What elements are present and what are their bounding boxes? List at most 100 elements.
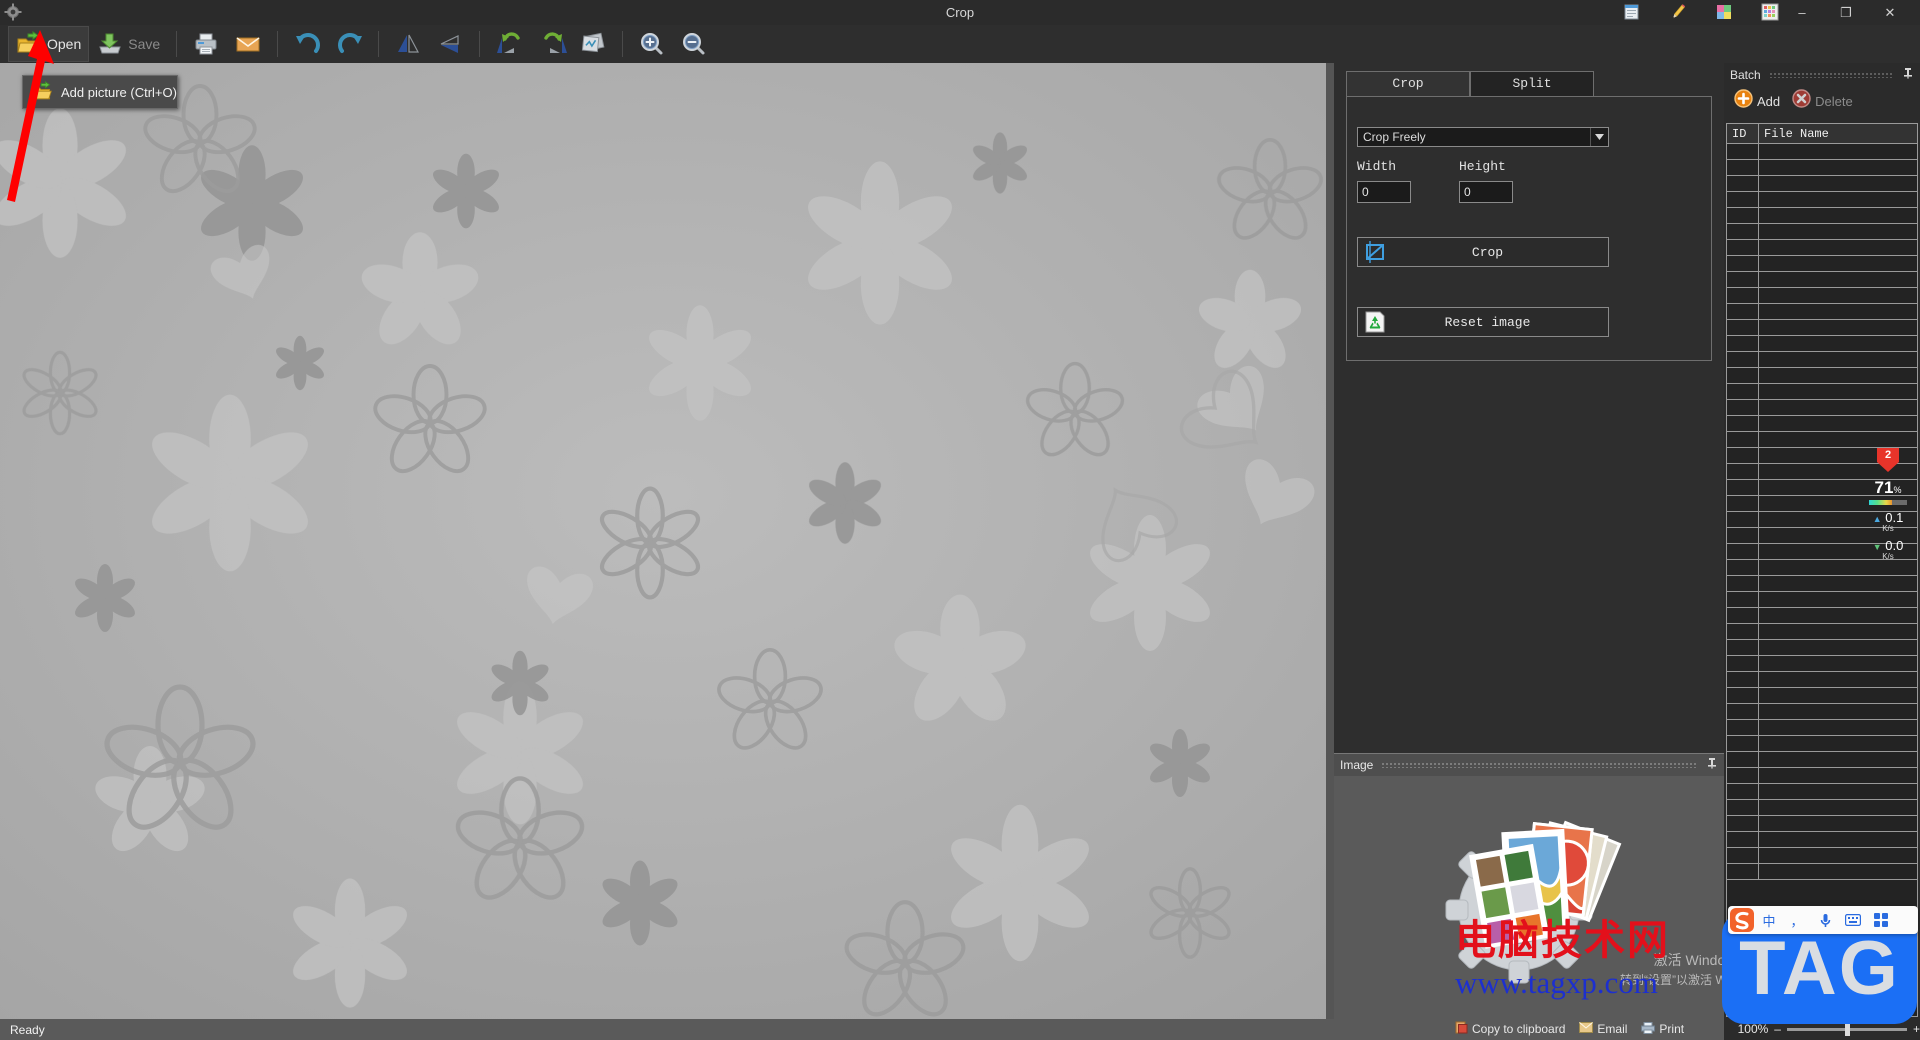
flip-vertical-button[interactable]	[429, 26, 471, 62]
tab-split[interactable]: Split	[1470, 71, 1594, 97]
table-row[interactable]	[1727, 288, 1917, 304]
zoom-minus-button[interactable]: –	[1774, 1022, 1781, 1036]
table-row[interactable]	[1727, 240, 1917, 256]
table-row[interactable]	[1727, 576, 1917, 592]
batch-add-button[interactable]: Add	[1734, 89, 1780, 113]
table-row[interactable]	[1727, 272, 1917, 288]
table-row[interactable]	[1727, 368, 1917, 384]
table-row[interactable]	[1727, 224, 1917, 240]
rotate-right-button[interactable]	[530, 26, 572, 62]
table-row[interactable]	[1727, 608, 1917, 624]
effects-button[interactable]	[572, 26, 614, 62]
email-label: Email	[1597, 1022, 1628, 1036]
zoom-slider[interactable]	[1786, 1022, 1907, 1036]
table-row[interactable]	[1727, 160, 1917, 176]
email-button[interactable]: Email	[1579, 1022, 1627, 1036]
table-row[interactable]	[1727, 592, 1917, 608]
zoom-in-button[interactable]	[631, 26, 673, 62]
print-button[interactable]	[185, 26, 227, 62]
table-row[interactable]	[1727, 400, 1917, 416]
save-button[interactable]: Save	[89, 26, 168, 62]
table-row[interactable]	[1727, 176, 1917, 192]
batch-delete-button[interactable]: Delete	[1792, 89, 1853, 113]
palette-grid-icon[interactable]	[1760, 2, 1780, 22]
table-row[interactable]	[1727, 816, 1917, 832]
zoom-control[interactable]: 100% – +	[1738, 1022, 1920, 1036]
print-button[interactable]: Print	[1641, 1021, 1684, 1037]
chevron-down-icon[interactable]	[1590, 128, 1608, 146]
undo-button[interactable]	[286, 26, 328, 62]
width-input[interactable]	[1357, 181, 1411, 203]
redo-button[interactable]	[328, 26, 370, 62]
notification-badge[interactable]: 2	[1877, 448, 1899, 472]
crop-tool-panel: Crop Split Crop Freely Width Height 0 0 …	[1334, 63, 1724, 753]
table-row[interactable]	[1727, 256, 1917, 272]
keyboard-icon[interactable]	[1839, 907, 1867, 933]
crop-mode-select[interactable]: Crop Freely	[1357, 127, 1609, 147]
table-row[interactable]	[1727, 304, 1917, 320]
table-row[interactable]	[1727, 848, 1917, 864]
batch-file-table[interactable]: ID File Name	[1726, 123, 1918, 1017]
table-row[interactable]	[1727, 832, 1917, 848]
reset-image-button[interactable]: Reset image	[1357, 307, 1609, 337]
zoom-plus-button[interactable]: +	[1913, 1022, 1920, 1036]
microphone-icon[interactable]	[1811, 907, 1839, 933]
table-row[interactable]	[1727, 864, 1917, 880]
drag-handle[interactable]	[1381, 762, 1698, 768]
cell-file-name	[1759, 144, 1917, 159]
table-row[interactable]	[1727, 144, 1917, 160]
cell-file-name	[1759, 624, 1917, 639]
table-row[interactable]	[1727, 208, 1917, 224]
pencil-icon[interactable]	[1668, 2, 1688, 22]
cell-id	[1727, 144, 1759, 159]
pin-icon[interactable]	[1706, 756, 1718, 774]
table-row[interactable]	[1727, 432, 1917, 448]
system-monitor-widget[interactable]: 2 71% ▲ 0.1 K/s ▼ 0.0 K/s	[1866, 448, 1910, 561]
table-row[interactable]	[1727, 736, 1917, 752]
table-row[interactable]	[1727, 384, 1917, 400]
table-row[interactable]	[1727, 640, 1917, 656]
flip-horizontal-button[interactable]	[387, 26, 429, 62]
pin-icon[interactable]	[1902, 66, 1914, 84]
open-button[interactable]: Open	[8, 26, 90, 62]
copy-to-clipboard-button[interactable]: Copy to clipboard	[1455, 1021, 1565, 1037]
crop-button[interactable]: Crop	[1357, 237, 1609, 267]
arrow-up-icon: ▲	[1872, 514, 1882, 524]
table-row[interactable]	[1727, 800, 1917, 816]
table-row[interactable]	[1727, 752, 1917, 768]
table-row[interactable]	[1727, 656, 1917, 672]
chinese-mode-icon[interactable]: 中	[1755, 907, 1783, 933]
table-row[interactable]	[1727, 688, 1917, 704]
table-row[interactable]	[1727, 704, 1917, 720]
canvas-vertical-scrollbar[interactable]	[1326, 63, 1334, 1019]
table-row[interactable]	[1727, 672, 1917, 688]
table-row[interactable]	[1727, 560, 1917, 576]
drag-handle[interactable]	[1768, 72, 1894, 78]
maximize-button[interactable]: ❐	[1824, 0, 1868, 25]
table-row[interactable]	[1727, 352, 1917, 368]
zoom-slider-knob[interactable]	[1844, 1022, 1850, 1036]
sogou-ime-toolbar[interactable]: 中 ，	[1728, 906, 1918, 934]
table-row[interactable]	[1727, 624, 1917, 640]
table-row[interactable]	[1727, 416, 1917, 432]
table-row[interactable]	[1727, 320, 1917, 336]
zoom-out-button[interactable]	[673, 26, 715, 62]
tab-crop[interactable]: Crop	[1346, 71, 1470, 97]
height-input[interactable]	[1459, 181, 1513, 203]
sogou-s-icon[interactable]	[1729, 907, 1755, 933]
cell-id	[1727, 224, 1759, 239]
document-icon[interactable]	[1622, 2, 1642, 22]
table-row[interactable]	[1727, 768, 1917, 784]
toolbox-icon[interactable]	[1867, 907, 1895, 933]
minimize-button[interactable]: –	[1780, 0, 1824, 25]
table-row[interactable]	[1727, 784, 1917, 800]
email-button[interactable]	[227, 26, 269, 62]
table-row[interactable]	[1727, 192, 1917, 208]
table-row[interactable]	[1727, 720, 1917, 736]
image-canvas[interactable]	[0, 63, 1334, 1019]
color-blocks-icon[interactable]	[1714, 2, 1734, 22]
punctuation-icon[interactable]: ，	[1783, 907, 1811, 933]
table-row[interactable]	[1727, 336, 1917, 352]
rotate-left-button[interactable]	[488, 26, 530, 62]
close-button[interactable]: ✕	[1868, 0, 1912, 25]
